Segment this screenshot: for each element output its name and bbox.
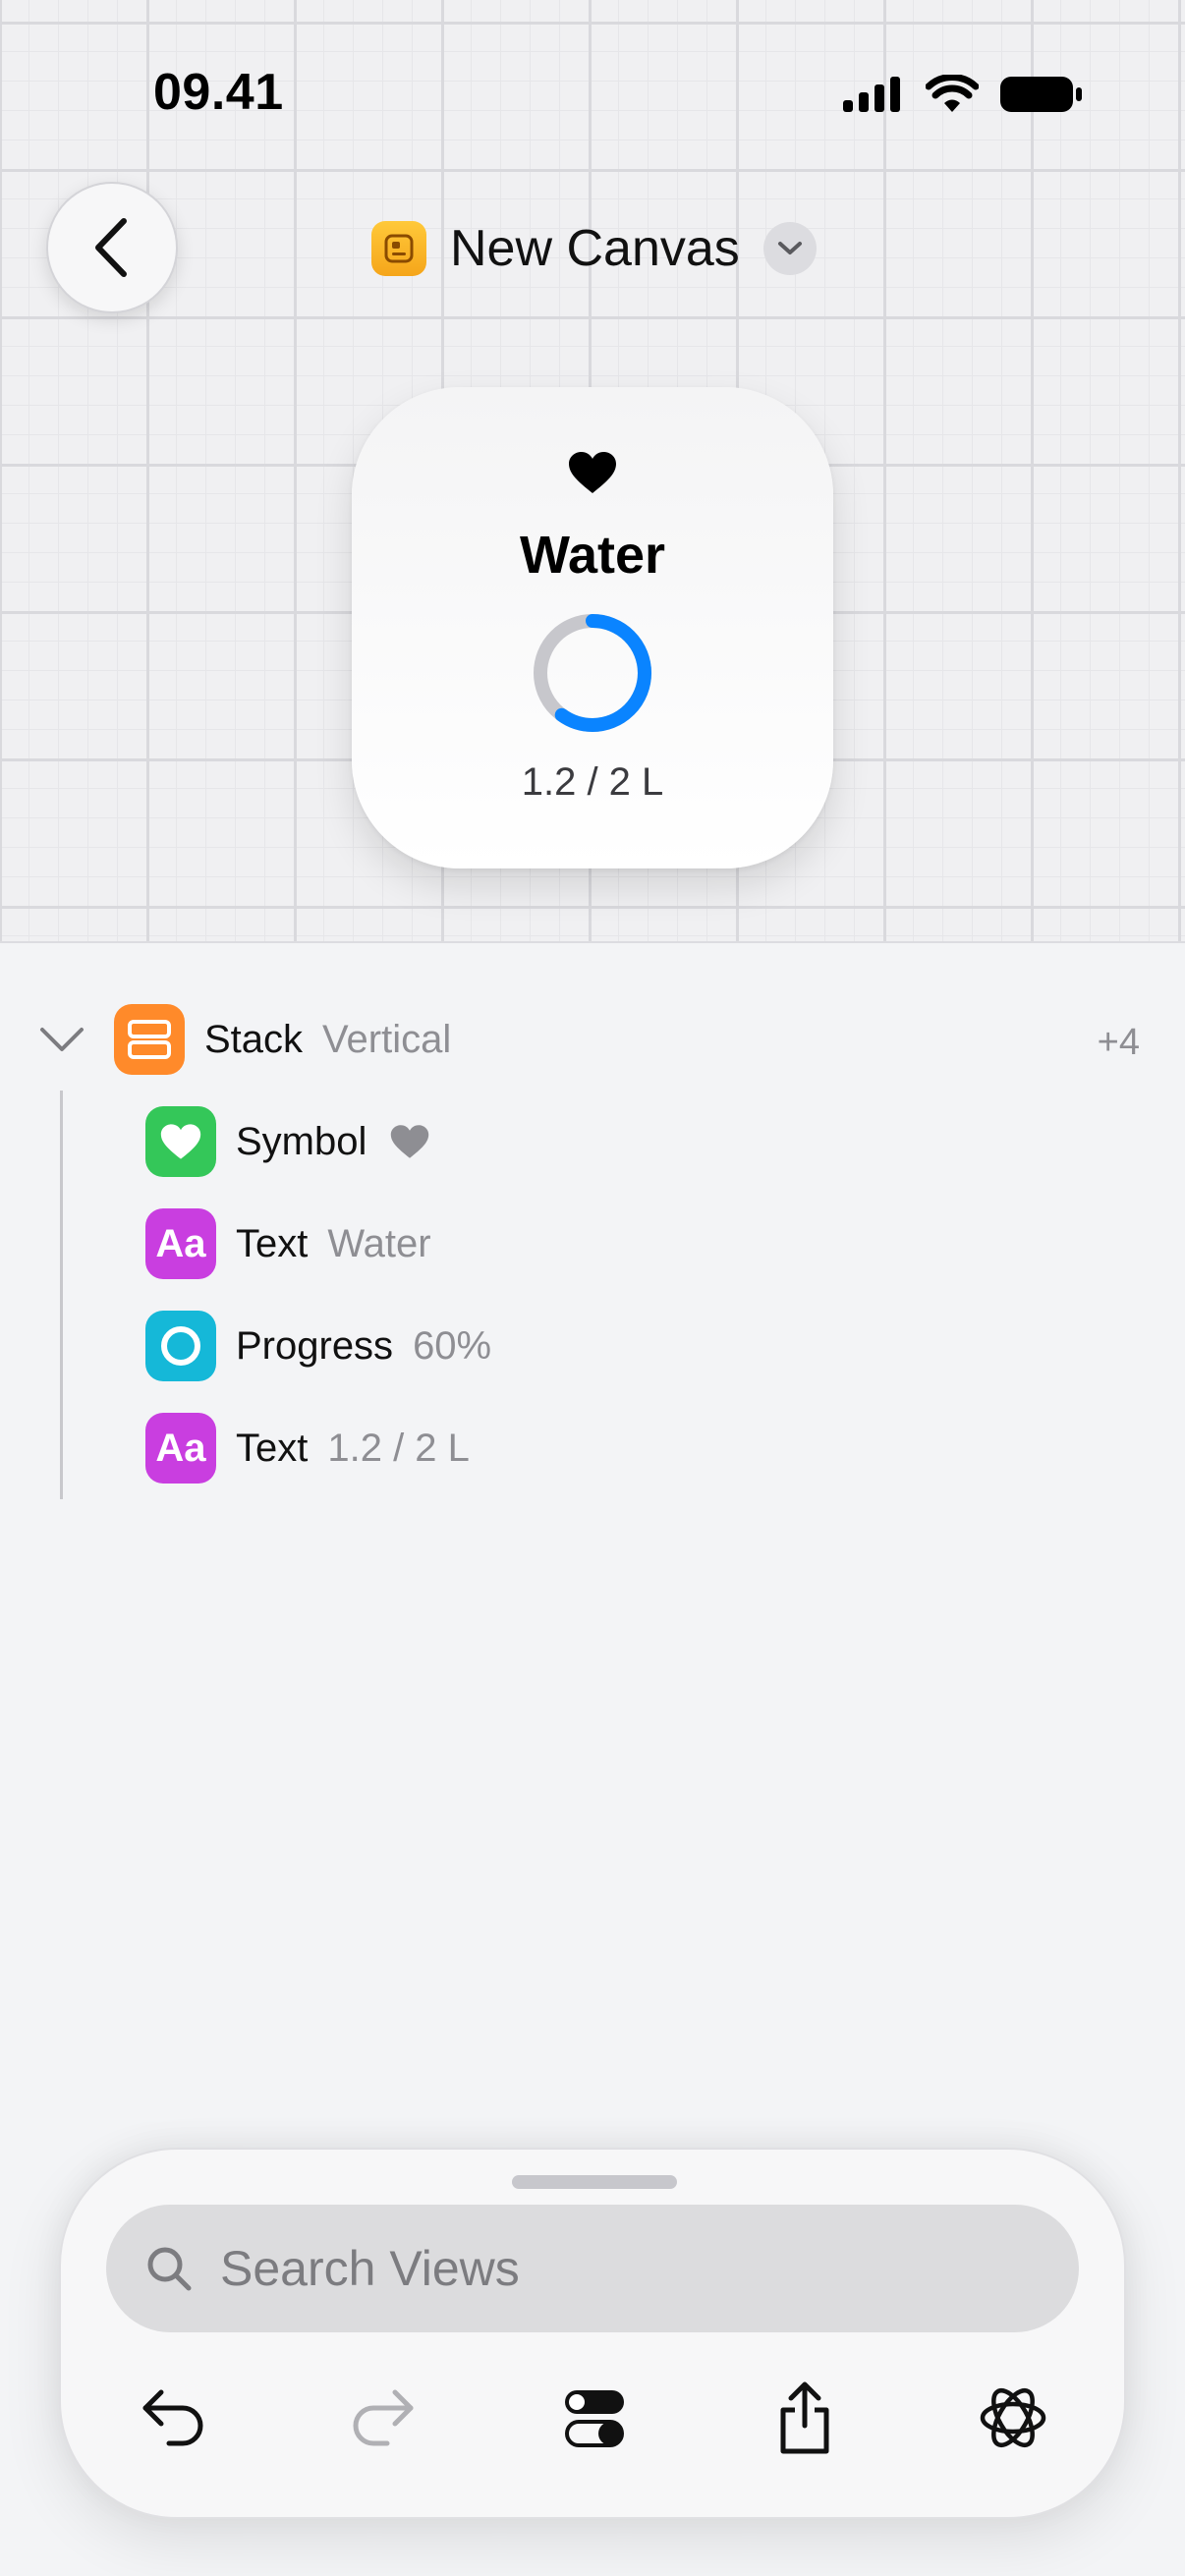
tree-item-detail: 60%	[413, 1323, 492, 1368]
search-icon	[147, 2247, 192, 2291]
tree-item-name: Symbol	[236, 1119, 367, 1163]
status-time: 09.41	[153, 64, 284, 121]
canvas-area[interactable]: 09.41 New Canvas Water 1.2 / 2 L	[0, 0, 1185, 943]
widget-preview[interactable]: Water 1.2 / 2 L	[352, 387, 833, 868]
stack-icon	[114, 1004, 185, 1075]
wifi-icon	[926, 75, 979, 112]
progress-ring-icon	[145, 1311, 216, 1381]
tree-item-name: Text	[236, 1426, 309, 1470]
chevron-left-icon	[95, 218, 127, 277]
widget-value-text: 1.2 / 2 L	[521, 760, 664, 804]
canvas-title: New Canvas	[450, 220, 740, 277]
toggles-button[interactable]	[550, 2374, 639, 2462]
share-button[interactable]	[761, 2374, 849, 2462]
tree-item-name: Progress	[236, 1323, 394, 1368]
status-bar: 09.41	[0, 0, 1185, 196]
disclosure-chevron-icon[interactable]	[39, 1026, 85, 1053]
canvas-app-icon	[371, 221, 426, 276]
tree-row-stack[interactable]: Stack Vertical	[39, 1004, 451, 1075]
heart-symbol-icon	[145, 1106, 216, 1177]
back-button[interactable]	[46, 182, 178, 313]
tree-row-text-value[interactable]: Aa Text 1.2 / 2 L	[145, 1413, 470, 1484]
tree-item-detail: Vertical	[322, 1017, 452, 1061]
sheet-grabber[interactable]	[512, 2175, 677, 2189]
tree-child-count: +4	[1097, 1022, 1140, 1063]
heart-icon	[569, 452, 616, 493]
tree-row-symbol[interactable]: Symbol	[145, 1106, 429, 1177]
tree-item-name: Text	[236, 1221, 309, 1265]
tree-item-name: Stack	[204, 1017, 304, 1061]
widget-title: Water	[519, 526, 666, 585]
search-bar[interactable]	[106, 2205, 1079, 2332]
toolbar	[61, 2374, 1128, 2462]
tree-item-detail: 1.2 / 2 L	[327, 1426, 470, 1470]
redo-button[interactable]	[338, 2374, 426, 2462]
progress-ring	[534, 614, 651, 732]
cellular-signal-icon	[843, 77, 900, 112]
ai-button[interactable]	[969, 2374, 1057, 2462]
ai-sparkle-icon	[980, 2388, 1046, 2447]
tree-row-text-water[interactable]: Aa Text Water	[145, 1208, 431, 1279]
tree-row-progress[interactable]: Progress 60%	[145, 1311, 491, 1381]
canvas-title-menu[interactable]: New Canvas	[371, 216, 817, 281]
search-input[interactable]	[220, 2240, 987, 2297]
text-aa-icon: Aa	[145, 1413, 216, 1484]
text-aa-icon: Aa	[145, 1208, 216, 1279]
status-icons	[843, 75, 1083, 114]
heart-preview-icon	[391, 1125, 429, 1158]
toggles-icon	[565, 2390, 624, 2447]
tree-item-detail: Water	[327, 1221, 431, 1265]
chevron-down-icon[interactable]	[762, 222, 817, 275]
redo-icon	[353, 2389, 414, 2446]
bottom-panel	[59, 2148, 1126, 2519]
battery-icon	[1000, 77, 1082, 112]
share-icon	[780, 2381, 829, 2454]
tree-indent-line	[60, 1091, 63, 1499]
undo-icon	[142, 2389, 203, 2446]
undo-button[interactable]	[130, 2374, 218, 2462]
